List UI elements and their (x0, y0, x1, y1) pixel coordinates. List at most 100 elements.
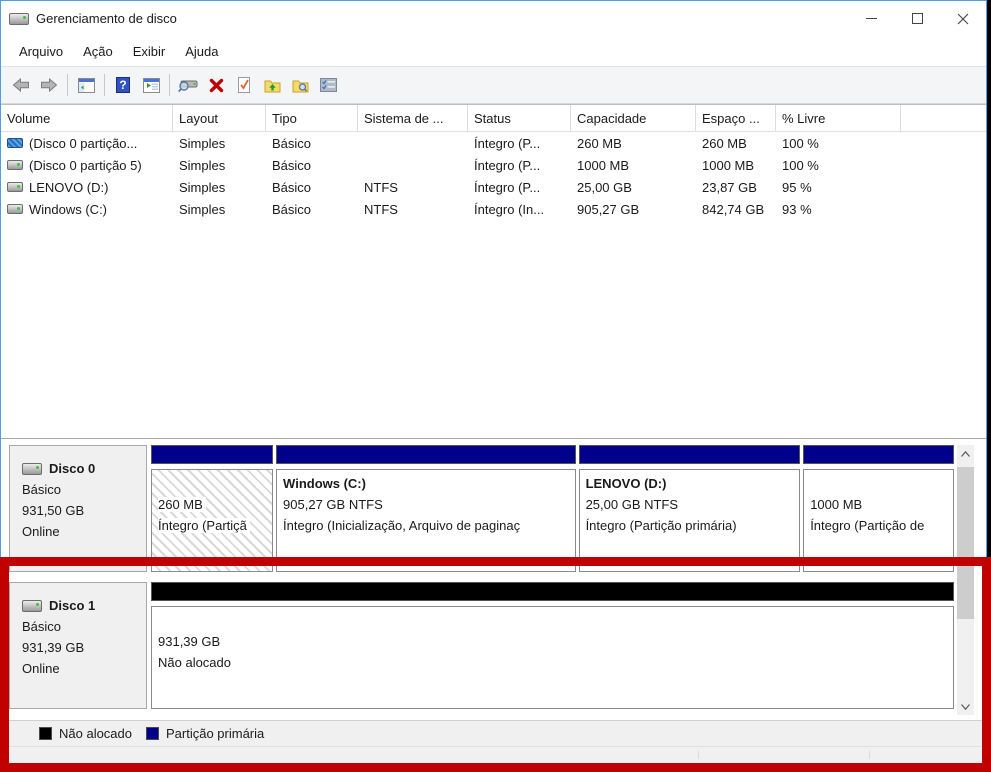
volume-row-windows-c[interactable]: Windows (C:) Simples Básico NTFS Íntegro… (1, 198, 986, 220)
legend-label-unallocated: Não alocado (59, 726, 132, 741)
partition-block-recovery[interactable]: 1000 MB Íntegro (Partição de (803, 445, 954, 572)
menu-ajuda[interactable]: Ajuda (175, 40, 228, 63)
partition-name (158, 473, 270, 494)
volume-tipo: Básico (272, 201, 312, 217)
back-button[interactable] (8, 72, 34, 98)
title-bar: Gerenciamento de disco (1, 1, 986, 36)
show-console-tree-button[interactable] (73, 72, 99, 98)
legend-label-primary: Partição primária (166, 726, 265, 741)
partition-status: Íntegro (Inicialização, Arquivo de pagin… (283, 518, 521, 533)
back-icon (12, 77, 29, 93)
folder-up-button[interactable] (259, 72, 285, 98)
maximize-button[interactable] (894, 1, 940, 36)
disk-name: Disco 0 (49, 461, 96, 476)
volume-layout: Simples (179, 179, 226, 195)
toolbar-separator (104, 74, 105, 96)
help-button[interactable]: ? (110, 72, 136, 98)
disk-graph-pane: Disco 0 Básico 931,50 GB Online 260 MB Í… (1, 438, 986, 720)
menu-arquivo[interactable]: Arquivo (9, 40, 73, 63)
partition-block-efi[interactable]: 260 MB Íntegro (Partiçã (151, 445, 274, 572)
column-header-status[interactable]: Status (468, 105, 571, 131)
partition-size: 25,00 GB NTFS (585, 497, 679, 512)
partition-size: 1000 MB (810, 497, 863, 512)
vertical-scrollbar[interactable] (957, 445, 974, 715)
window-title: Gerenciamento de disco (36, 11, 177, 26)
volume-capacity: 905,27 GB (577, 201, 640, 217)
properties-button[interactable] (315, 72, 341, 98)
column-header-layout[interactable]: Layout (173, 105, 266, 131)
scroll-down-button[interactable] (957, 698, 974, 715)
chevron-down-icon (961, 703, 970, 710)
status-bar (1, 746, 986, 763)
menu-bar: Arquivo Ação Exibir Ajuda (1, 36, 986, 66)
task-check-icon (238, 77, 250, 93)
minimize-icon (865, 18, 877, 19)
forward-button[interactable] (36, 72, 62, 98)
partition-status: Íntegro (Partiçã (158, 518, 250, 533)
disco-0-partitions: 260 MB Íntegro (Partiçã Windows (C:) 905… (151, 445, 954, 572)
show-action-pane-button[interactable] (138, 72, 164, 98)
toolbar-separator (67, 74, 68, 96)
help-icon: ? (116, 77, 130, 93)
toolbar: ? (1, 66, 986, 104)
volume-list: Volume Layout Tipo Sistema de ... Status… (1, 104, 986, 438)
scroll-up-button[interactable] (957, 445, 974, 462)
folder-up-icon (264, 80, 280, 92)
volume-free-space: 260 MB (702, 135, 747, 151)
disk-status: Online (22, 661, 60, 676)
volume-free-space: 1000 MB (702, 157, 755, 173)
disco-1-row: Disco 1 Básico 931,39 GB Online 931,39 G… (9, 582, 954, 709)
properties-icon (319, 78, 337, 92)
scrollbar-thumb[interactable] (957, 467, 974, 619)
maximize-icon (911, 13, 923, 24)
volume-row-disco0-particao5[interactable]: (Disco 0 partição 5) Simples Básico Ínte… (1, 154, 986, 176)
volume-icon (7, 204, 23, 214)
volume-name: (Disco 0 partição... (29, 135, 138, 151)
partition-color-bar (151, 445, 274, 464)
volume-fs (358, 132, 468, 154)
minimize-button[interactable] (848, 1, 894, 36)
device-search-button[interactable] (175, 72, 201, 98)
disco-1-info-panel[interactable]: Disco 1 Básico 931,39 GB Online (9, 582, 147, 709)
disco-0-row: Disco 0 Básico 931,50 GB Online 260 MB Í… (9, 445, 954, 572)
column-header-sistema[interactable]: Sistema de ... (358, 105, 468, 131)
volume-layout: Simples (179, 201, 226, 217)
partition-block-lenovo-d[interactable]: LENOVO (D:) 25,00 GB NTFS Íntegro (Parti… (578, 445, 801, 572)
legend-bar: Não alocado Partição primária (1, 720, 986, 746)
app-disk-icon (9, 12, 29, 25)
partition-color-bar (276, 445, 576, 464)
column-header-espaco[interactable]: Espaço ... (696, 105, 776, 131)
delete-button[interactable] (203, 72, 229, 98)
partition-color-bar (578, 445, 801, 464)
menu-acao[interactable]: Ação (73, 40, 123, 63)
device-search-icon (178, 80, 198, 92)
column-header-tipo[interactable]: Tipo (266, 105, 358, 131)
partition-block-windows-c[interactable]: Windows (C:) 905,27 GB NTFS Íntegro (Ini… (276, 445, 576, 572)
partition-size: 905,27 GB NTFS (283, 497, 383, 512)
volume-status: Íntegro (P... (474, 179, 541, 195)
partition-status: Não alocado (158, 655, 231, 670)
volume-tipo: Básico (272, 179, 312, 195)
volume-row-lenovo-d[interactable]: LENOVO (D:) Simples Básico NTFS Íntegro … (1, 176, 986, 198)
close-button[interactable] (940, 1, 986, 36)
column-header-livre[interactable]: % Livre (776, 105, 901, 131)
column-header-capacidade[interactable]: Capacidade (571, 105, 696, 131)
disk-type: Básico (22, 619, 62, 634)
disk-management-window: Gerenciamento de disco Arquivo Ação Exib… (0, 0, 987, 764)
legend-swatch-primary (146, 727, 159, 740)
task-check-button[interactable] (231, 72, 257, 98)
partition-size: 260 MB (158, 497, 206, 512)
folder-search-icon (292, 80, 308, 92)
status-separator (698, 751, 699, 759)
folder-search-button[interactable] (287, 72, 313, 98)
menu-exibir[interactable]: Exibir (123, 40, 176, 63)
forward-icon (41, 77, 58, 93)
volume-name: (Disco 0 partição 5) (29, 157, 142, 173)
volume-row-disco0-particao1[interactable]: (Disco 0 partição... Simples Básico Ínte… (1, 132, 986, 154)
disco-0-info-panel[interactable]: Disco 0 Básico 931,50 GB Online (9, 445, 147, 572)
partition-block-unallocated[interactable]: 931,39 GB Não alocado (151, 582, 954, 709)
disco-1-partitions: 931,39 GB Não alocado (151, 582, 954, 709)
column-header-volume[interactable]: Volume (1, 105, 173, 131)
partition-color-bar (803, 445, 954, 464)
partition-name (158, 610, 951, 631)
